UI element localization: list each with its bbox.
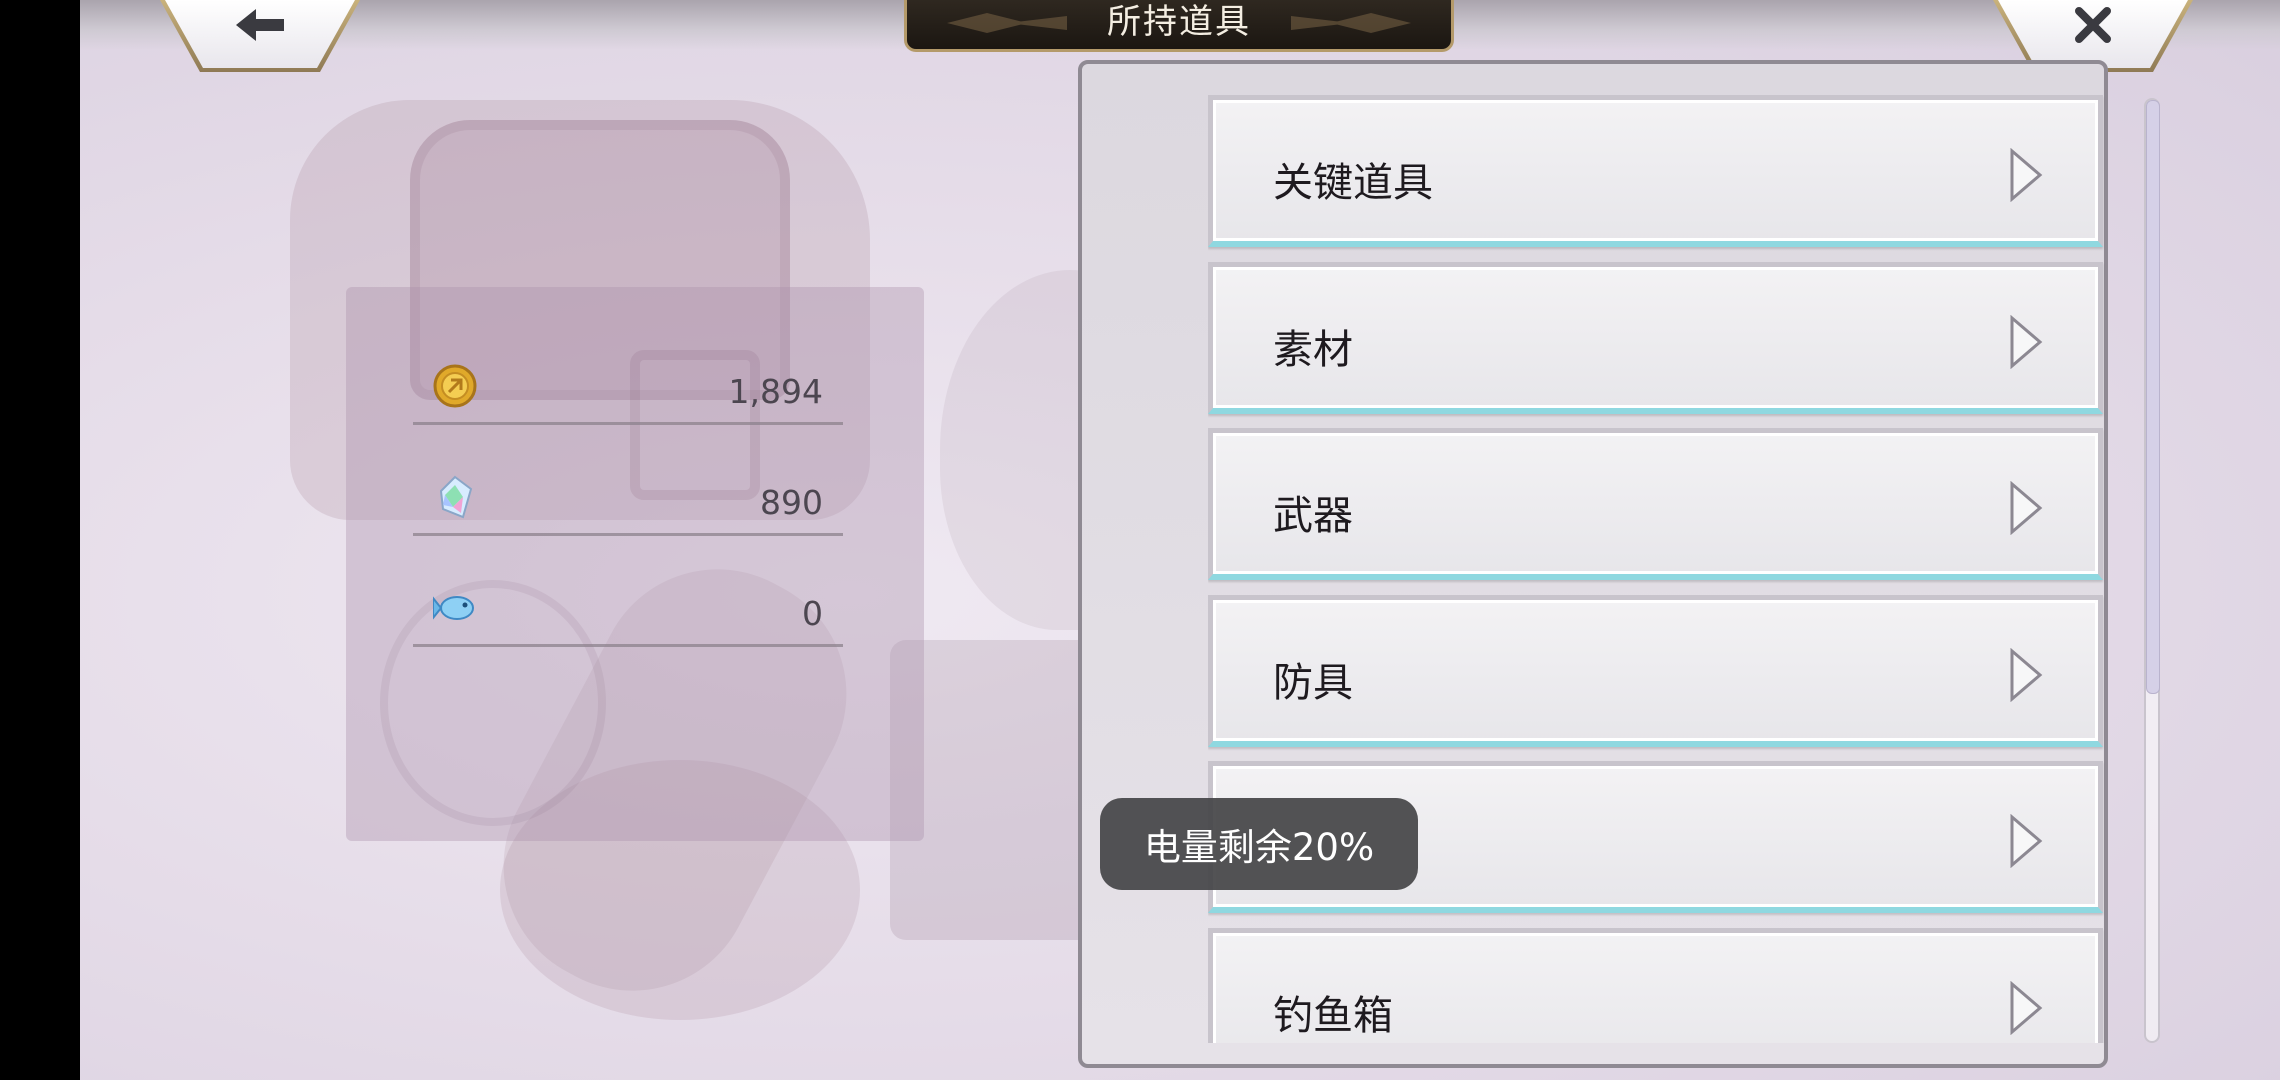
- close-icon: [2075, 7, 2111, 43]
- currency-row-gold: 1,894: [413, 342, 843, 425]
- currency-row-fish: 0: [413, 564, 843, 647]
- chevron-right-icon: [2010, 648, 2043, 702]
- category-fishing-box[interactable]: 钓鱼箱: [1208, 928, 2103, 1043]
- chevron-right-icon: [2010, 981, 2043, 1035]
- category-key-items[interactable]: 关键道具: [1208, 95, 2103, 247]
- chevron-right-icon: [2010, 814, 2043, 868]
- category-label: 防具: [1273, 660, 1353, 706]
- category-label: 钓鱼箱: [1273, 993, 1393, 1039]
- currency-panel: 1,894 890 0: [346, 287, 924, 841]
- chevron-right-icon: [2010, 481, 2043, 535]
- fish-ticket-icon: [433, 596, 474, 620]
- page-title: 所持道具: [1107, 2, 1251, 42]
- category-label: 素材: [1273, 327, 1353, 373]
- toast-text: 电量剩余20%: [1143, 826, 1375, 869]
- category-list[interactable]: 关键道具 素材 武器 防具 钓鱼箱: [1208, 95, 2108, 1043]
- category-weapons[interactable]: 武器: [1208, 428, 2103, 580]
- currency-row-crystal: 890: [413, 453, 843, 536]
- rainbow-crystal-icon: [439, 475, 473, 519]
- title-plate: 所持道具: [904, 0, 1454, 52]
- category-label: 武器: [1273, 493, 1353, 539]
- ornament-left-icon: [947, 13, 1067, 33]
- gold-amount: 1,894: [728, 372, 823, 411]
- gold-coin-icon: [433, 364, 477, 408]
- category-materials[interactable]: 素材: [1208, 262, 2103, 414]
- crystal-amount: 890: [760, 483, 823, 522]
- chevron-right-icon: [2010, 148, 2043, 202]
- ornament-right-icon: [1291, 13, 1411, 33]
- category-label: 关键道具: [1273, 160, 1433, 206]
- arrow-left-icon: [236, 9, 284, 41]
- fish-amount: 0: [802, 594, 823, 633]
- chevron-right-icon: [2010, 315, 2043, 369]
- battery-toast: 电量剩余20%: [1100, 798, 1418, 890]
- category-armor[interactable]: 防具: [1208, 595, 2103, 747]
- scrollbar-thumb[interactable]: [2146, 100, 2160, 694]
- game-screen: 所持道具 1,894 890 0 关键道具 素材 武器 防具 钓鱼箱 电量剩余2…: [80, 0, 2280, 1080]
